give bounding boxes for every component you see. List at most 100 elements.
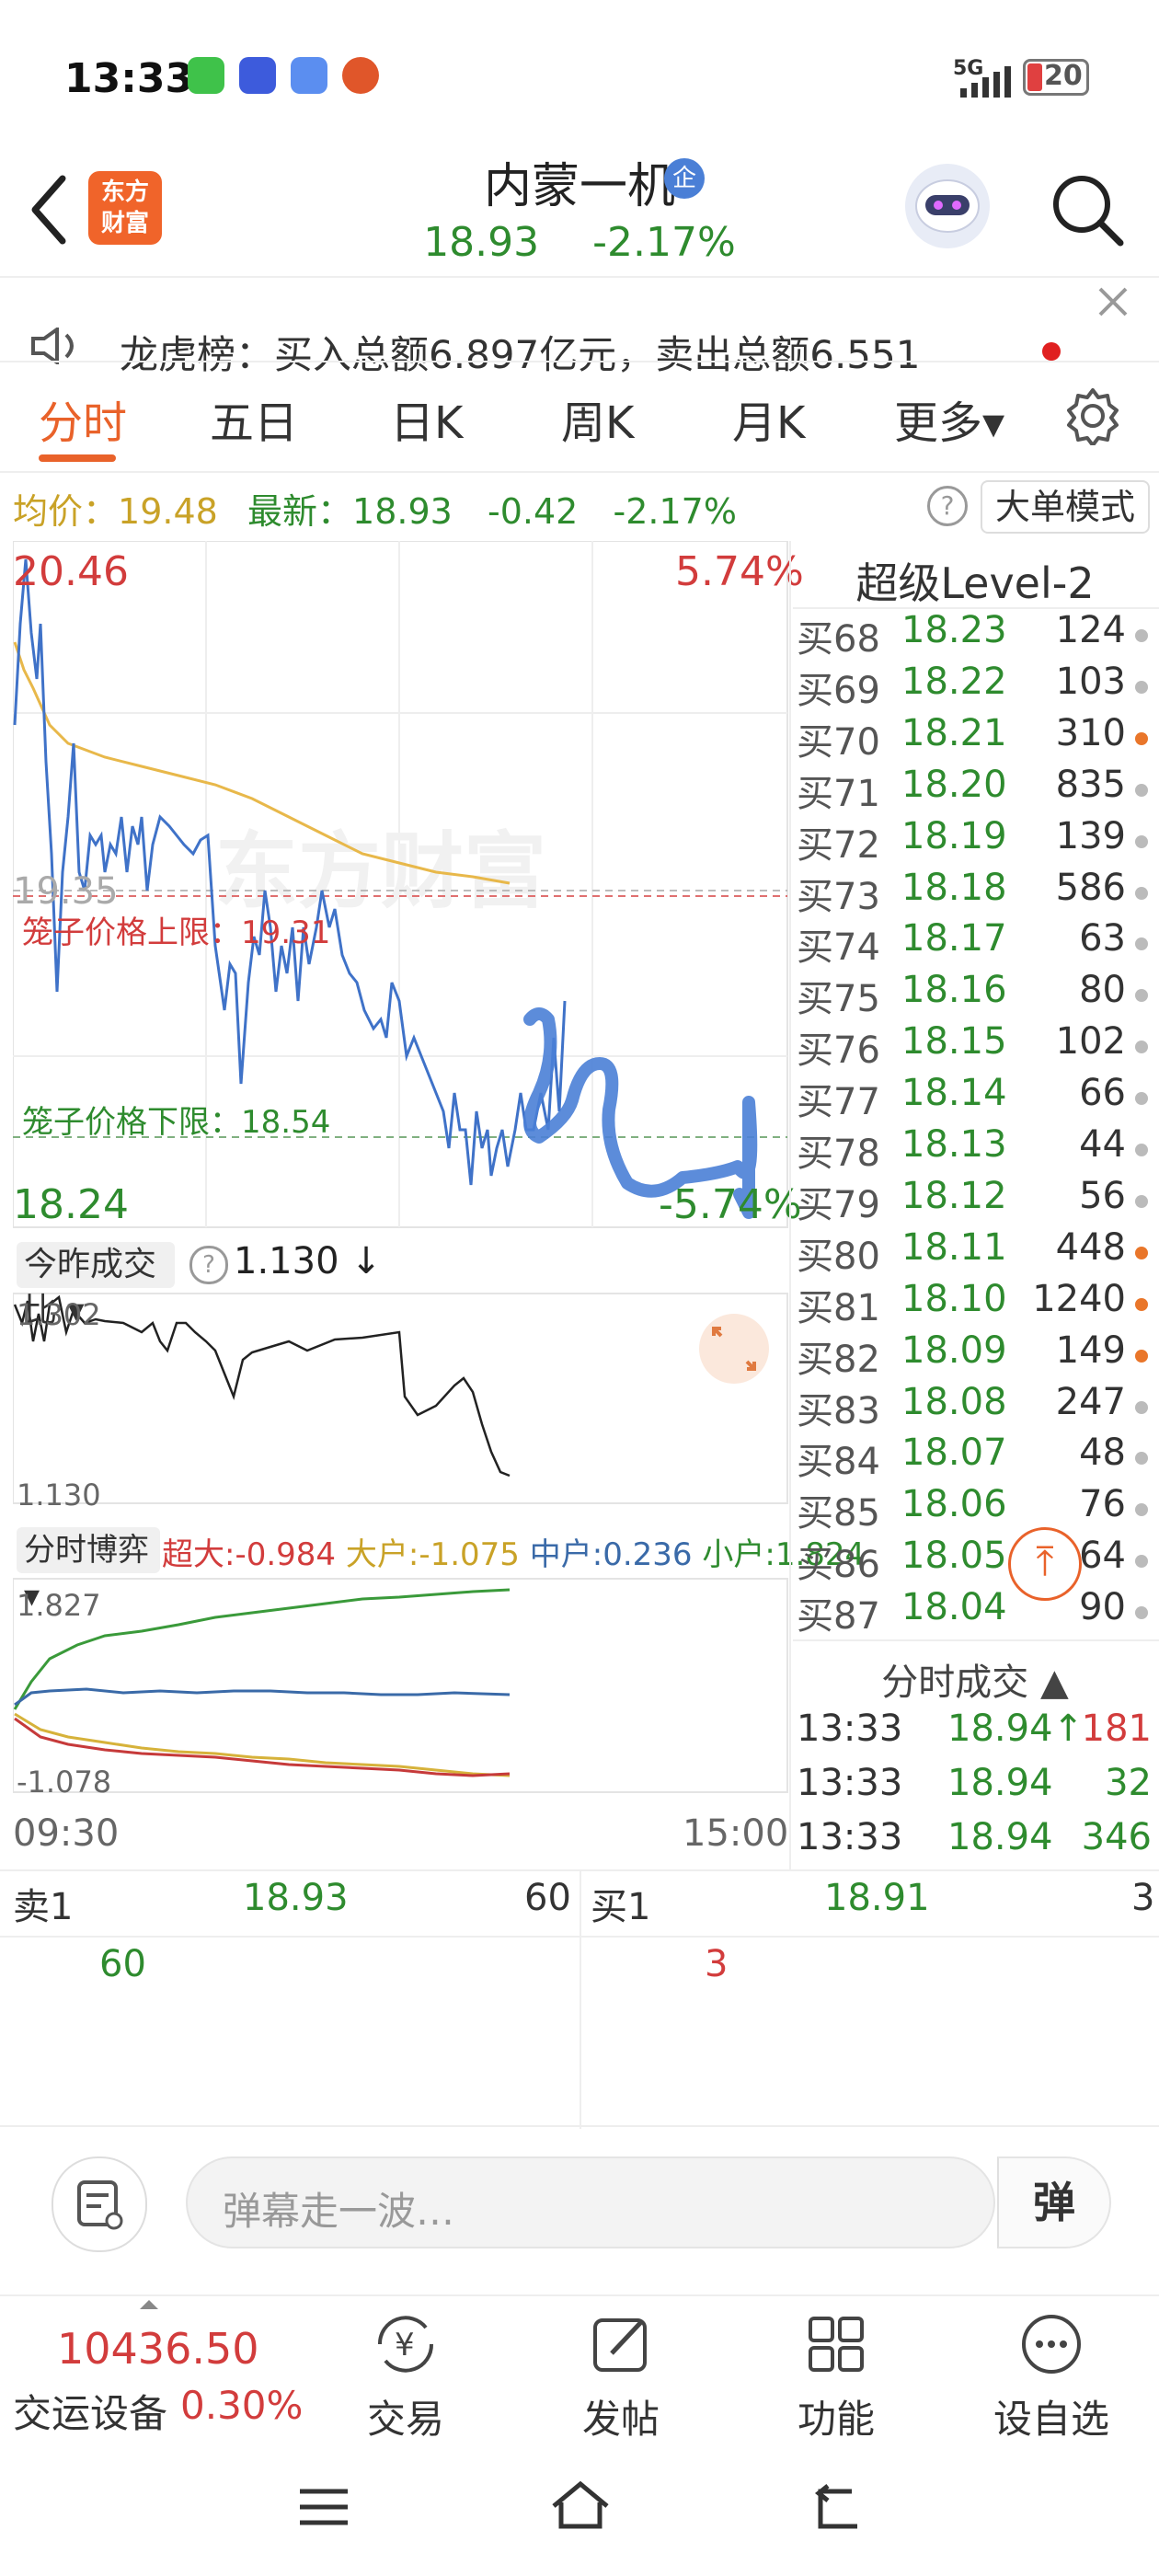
bid-price: 18.91 [824, 1877, 930, 1919]
order-level-label: 买73 [797, 875, 880, 918]
order-marker-dot [1135, 1503, 1148, 1517]
order-marker-dot [1135, 731, 1148, 745]
change-pct: -2.17% [613, 491, 737, 532]
notice-unread-dot [1042, 342, 1061, 361]
close-icon[interactable] [1096, 285, 1130, 318]
tab-weekly-k[interactable]: 周K [561, 386, 634, 451]
trade-volume: 346 [1081, 1816, 1152, 1858]
menu-icon[interactable] [296, 2484, 351, 2530]
change-value: -0.42 [488, 491, 579, 532]
expand-panel-button [699, 1314, 769, 1384]
help-icon[interactable]: ? [927, 486, 968, 526]
order-book-row: 买68 18.23 124 [793, 609, 1157, 661]
tab-more[interactable]: 更多▾ [894, 386, 1004, 451]
ask-label: 卖1 [13, 1886, 74, 1928]
back-nav-icon[interactable] [809, 2482, 865, 2532]
order-volume: 310 [1055, 711, 1126, 754]
order-price: 18.15 [901, 1020, 1007, 1064]
post-button[interactable]: 发帖 [552, 2307, 690, 2442]
order-price: 18.13 [901, 1123, 1007, 1166]
help-icon[interactable]: ? [189, 1246, 228, 1284]
order-book-row: 买80 18.11 448 [793, 1226, 1157, 1278]
caret-up-icon [140, 2300, 158, 2309]
danmaku-settings-button[interactable] [52, 2156, 147, 2252]
search-icon[interactable] [1047, 169, 1126, 248]
order-book-row: 买71 18.20 835 [793, 764, 1157, 815]
level2-title[interactable]: 超级Level-2 [793, 550, 1157, 611]
wechat-icon [188, 57, 224, 94]
order-level-label: 买80 [797, 1235, 880, 1278]
status-time: 13:33 [64, 55, 194, 102]
volume-ratio-selector[interactable]: 今昨成交比 ▾ [17, 1242, 175, 1329]
avg-label: 均价： [13, 491, 119, 532]
sector-index-name[interactable]: 交运设备 [13, 2383, 167, 2439]
tab-intraday[interactable]: 分时 [39, 386, 127, 451]
order-marker-dot [1135, 1092, 1148, 1106]
trade-volume: 32 [1105, 1762, 1152, 1804]
function-button[interactable]: 功能 [767, 2307, 905, 2442]
trade-row: 13:33 18.94↑ 181 [797, 1708, 1157, 1759]
chart-low-pct: -5.74% [659, 1181, 802, 1228]
assistant-robot-icon[interactable] [905, 164, 990, 248]
header-change-pct: -2.17% [592, 219, 736, 266]
latest-value: 18.93 [352, 491, 453, 532]
order-level-label: 买86 [797, 1544, 880, 1587]
order-price: 18.05 [901, 1535, 1007, 1578]
danmaku-settings-icon [77, 2180, 123, 2230]
order-level-label: 买72 [797, 823, 880, 867]
trade-price: 18.94 [947, 1816, 1053, 1858]
order-volume: 448 [1055, 1225, 1126, 1269]
order-level-label: 买70 [797, 720, 880, 764]
order-price: 18.09 [901, 1328, 1007, 1372]
order-price: 18.18 [901, 866, 1007, 909]
order-volume: 90 [1079, 1586, 1126, 1629]
cage-lower-label: 笼子价格下限：18.54 [22, 1104, 331, 1141]
vivo-icon [239, 57, 276, 94]
home-icon[interactable] [548, 2478, 613, 2534]
order-price: 18.22 [901, 660, 1007, 703]
trade-row: 13:33 18.94 32 [797, 1762, 1157, 1813]
order-marker-dot [1135, 834, 1148, 848]
order-level-label: 买79 [797, 1183, 880, 1226]
volume-ratio-top: 1.302 [17, 1297, 101, 1332]
avg-value: 19.48 [118, 491, 218, 532]
status-bar: 13:33 5G 20 [0, 0, 1159, 156]
danmaku-toggle-button[interactable]: 弹 [997, 2156, 1111, 2248]
order-volume: 56 [1079, 1174, 1126, 1217]
order-book-row: 买86 18.05 64 [793, 1535, 1157, 1586]
tab-monthly-k[interactable]: 月K [732, 386, 805, 451]
order-book-row: 买73 18.18 586 [793, 867, 1157, 918]
gear-icon[interactable] [1063, 386, 1122, 445]
order-marker-dot [1135, 937, 1148, 951]
notice-text[interactable]: 龙虎榜：买入总额6.897亿元，卖出总额6.551 [120, 324, 920, 380]
order-marker-dot [1135, 1349, 1148, 1363]
order-volume: 124 [1055, 609, 1126, 651]
fund-flow-selector[interactable]: 分时博弈 ▾ [17, 1527, 160, 1615]
add-watchlist-button[interactable]: 设自选 [982, 2307, 1120, 2442]
order-marker-dot [1135, 1194, 1148, 1208]
order-price: 18.23 [901, 609, 1007, 651]
tab-five-day[interactable]: 五日 [210, 386, 298, 451]
svg-text:¥: ¥ [395, 2327, 415, 2363]
trade-volume: 181 [1081, 1708, 1152, 1750]
sector-index-value[interactable]: 10436.50 [57, 2324, 259, 2374]
order-price: 18.17 [901, 917, 1007, 960]
time-end: 15:00 [683, 1812, 789, 1855]
battery-icon: 20 [1023, 59, 1089, 96]
order-book-row: 买81 18.10 1240 [793, 1278, 1157, 1329]
scroll-to-top-button[interactable]: ⤒ [1008, 1527, 1082, 1601]
trade-button[interactable]: ¥ 交易 [337, 2307, 475, 2442]
order-volume: 139 [1055, 814, 1126, 857]
order-price: 18.10 [901, 1277, 1007, 1320]
tab-daily-k[interactable]: 日K [390, 386, 463, 451]
order-volume: 247 [1055, 1380, 1126, 1423]
big-order-mode-button[interactable]: 大单模式 [981, 480, 1150, 534]
order-book-row: 买82 18.09 149 [793, 1329, 1157, 1381]
order-book-row: 买83 18.08 247 [793, 1381, 1157, 1432]
order-volume: 63 [1079, 917, 1126, 960]
order-marker-dot [1135, 989, 1148, 1003]
price-info-row: 均价：19.48 最新：18.93 -0.42 -2.17% [13, 483, 737, 534]
order-level-label: 买75 [797, 978, 880, 1021]
trade-time: 13:33 [797, 1762, 903, 1804]
trades-title[interactable]: 分时成交 ▲ [793, 1652, 1157, 1706]
